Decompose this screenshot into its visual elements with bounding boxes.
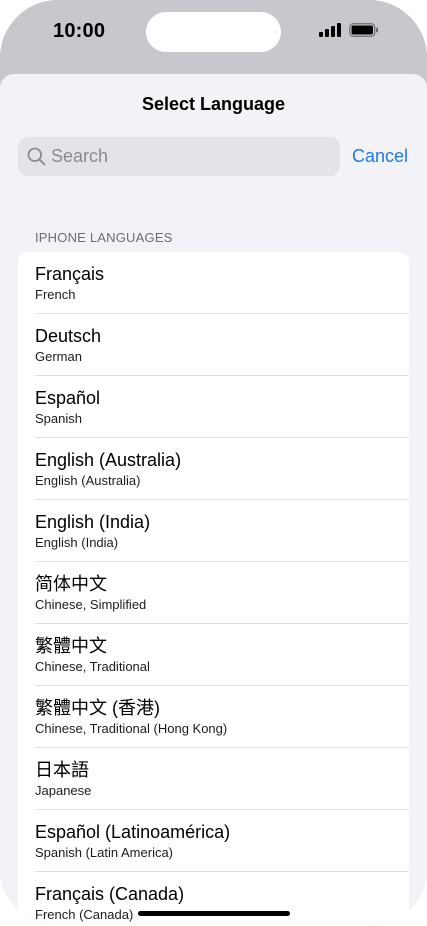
language-english-name: Chinese, Traditional — [35, 659, 150, 674]
language-native-name: 简体中文 — [35, 574, 107, 594]
language-row-espanol[interactable]: Español Spanish — [18, 376, 409, 438]
section-header: IPHONE LANGUAGES — [35, 230, 173, 245]
status-icons — [319, 23, 379, 42]
search-icon — [26, 147, 46, 167]
language-native-name: English (Australia) — [35, 450, 182, 470]
home-indicator[interactable] — [138, 911, 290, 916]
language-english-name: Spanish — [35, 411, 82, 426]
language-english-name: German — [35, 349, 82, 364]
language-english-name: Chinese, Simplified — [35, 597, 147, 612]
status-bar: 10:00 — [0, 0, 427, 64]
language-row-english-india[interactable]: English (India) English (India) — [18, 500, 409, 562]
language-native-name: Français (Canada) — [35, 884, 185, 904]
language-english-name: Spanish (Latin America) — [35, 845, 174, 860]
language-english-name: English (Australia) — [35, 473, 141, 488]
language-english-name: Japanese — [35, 783, 92, 798]
language-native-name: Français — [35, 264, 105, 284]
language-row-chinese-traditional[interactable]: 繁體中文 Chinese, Traditional — [18, 624, 409, 686]
language-english-name: Chinese, Traditional (Hong Kong) — [35, 721, 228, 736]
language-english-name: French — [35, 287, 76, 302]
dynamic-island — [146, 12, 281, 52]
phone-screen: 10:00 Select Language Search Cancel IPHO… — [0, 0, 427, 926]
status-time: 10:00 — [53, 20, 106, 42]
language-row-espanol-latinoamerica[interactable]: Español (Latinoamérica) Spanish (Latin A… — [18, 810, 409, 872]
language-row-japanese[interactable]: 日本語 Japanese — [18, 748, 409, 810]
language-english-name: English (India) — [35, 535, 119, 550]
search-input[interactable] — [51, 146, 321, 167]
signal-icon — [319, 23, 341, 42]
search-field[interactable] — [18, 137, 340, 176]
language-row-english-australia[interactable]: English (Australia) English (Australia) — [18, 438, 409, 500]
language-row-deutsch[interactable]: Deutsch German — [18, 314, 409, 376]
language-list: Français French Deutsch German Español S… — [18, 252, 409, 926]
language-sheet: Select Language Cancel IPHONE LANGUAGES … — [0, 74, 427, 926]
language-native-name: 繁體中文 — [35, 636, 107, 656]
sheet-title: Select Language — [141, 94, 286, 114]
language-native-name: Español (Latinoamérica) — [35, 822, 231, 842]
language-row-francais-canada[interactable]: Français (Canada) French (Canada) — [18, 872, 409, 926]
language-row-francais[interactable]: Français French — [18, 252, 409, 314]
language-native-name: Español — [35, 388, 101, 408]
battery-icon — [349, 23, 379, 42]
language-native-name: 繁體中文 (香港) — [35, 698, 160, 718]
cancel-button[interactable]: Cancel — [352, 146, 408, 167]
language-row-chinese-traditional-hong-kong[interactable]: 繁體中文 (香港) Chinese, Traditional (Hong Kon… — [18, 686, 409, 748]
language-native-name: English (India) — [35, 512, 151, 532]
language-native-name: 日本語 — [35, 760, 89, 780]
language-native-name: Deutsch — [35, 326, 102, 346]
language-row-chinese-simplified[interactable]: 简体中文 Chinese, Simplified — [18, 562, 409, 624]
